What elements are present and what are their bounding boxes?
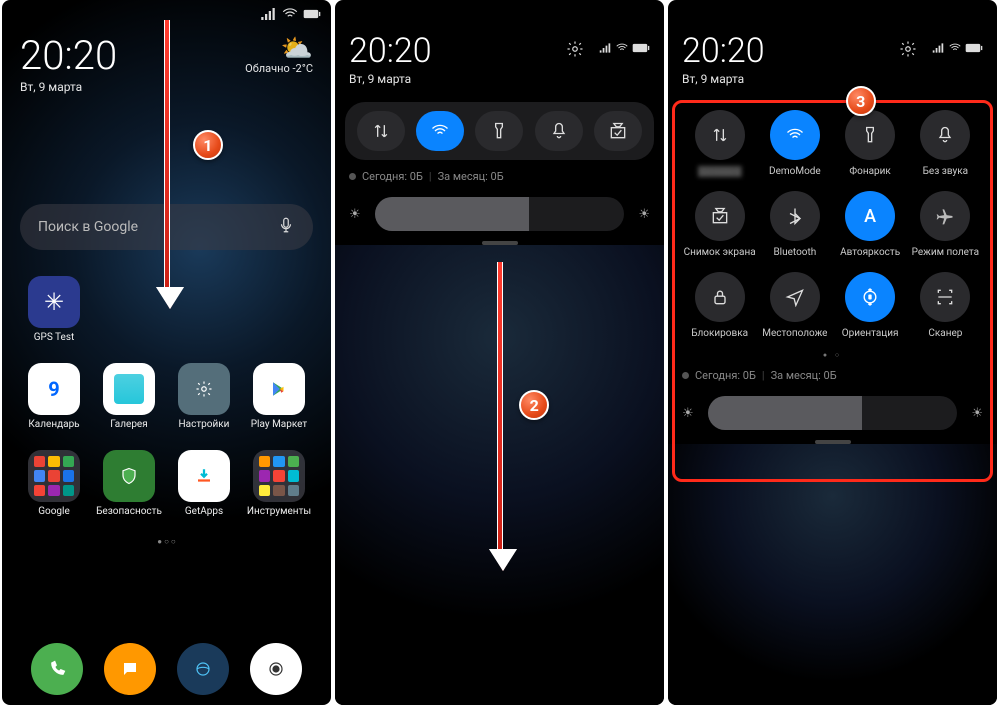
quick-settings-row [345,102,654,160]
shade-clock: 20:20 [349,34,432,68]
shade-clock: 20:20 [682,34,765,68]
app-calendar[interactable]: 9 Календарь [20,363,88,430]
dock-messages[interactable] [96,643,164,695]
cloud-icon: ⛅ [281,36,313,62]
shade-date: Вт, 9 марта [349,72,432,86]
app-gpstest[interactable]: ✳ GPS Test [20,276,88,343]
brightness-low-icon: ☀ [678,406,698,421]
brightness-high-icon: ☀ [967,406,987,421]
wifi-icon [281,5,299,23]
app-settings[interactable]: Настройки [170,363,238,430]
qs-bluetooth[interactable]: Bluetooth [757,191,832,258]
battery-icon [632,39,650,57]
folder-tools[interactable]: Инструменты [245,450,313,517]
qs-orientation[interactable]: Ориентация [833,272,908,339]
phone-screen-home: 20:20 Вт, 9 марта ⛅ Облачно -2°C Поиск в… [2,0,331,705]
home-clock: 20:20 [20,36,117,76]
status-bar [2,0,331,28]
quick-settings-grid: ▓▓▓▓▓▓ DemoMode Фонарик Без звука Снимок… [678,102,987,347]
dock [2,643,331,695]
step-badge-1: 1 [193,130,223,160]
brightness-high-icon: ☀ [634,207,654,222]
wifi-icon [948,39,962,57]
app-gallery[interactable]: Галерея [95,363,163,430]
data-usage[interactable]: Сегодня: 0Б | За месяц: 0Б [682,369,983,382]
home-date: Вт, 9 марта [20,80,117,94]
qs-page-indicator: ● ○ [668,351,997,359]
weather-widget[interactable]: ⛅ Облачно -2°C [245,36,313,75]
signal-icon [931,39,945,57]
usage-month: За месяц: 0Б [438,170,504,183]
usage-today: Сегодня: 0Б [695,369,756,382]
dock-camera[interactable] [242,643,310,695]
qs-mobile-data[interactable]: ▓▓▓▓▓▓ [682,110,757,177]
settings-icon[interactable] [566,34,584,62]
weather-temp: -2°C [293,62,314,75]
qs-flashlight[interactable] [475,111,523,151]
qs-airplane[interactable]: Режим полета [908,191,983,258]
app-play-market[interactable]: Play Маркет [245,363,313,430]
settings-icon[interactable] [899,34,917,62]
qs-screenshot[interactable] [594,111,642,151]
brightness-low-icon: ☀ [345,207,365,222]
app-security[interactable]: Безопасность [95,450,163,517]
search-placeholder: Поиск в Google [38,219,138,235]
phone-screen-shade-collapsed: 20:20 Вт, 9 марта Сегодня: 0Б | [335,0,664,705]
qs-silent[interactable] [535,111,583,151]
weather-desc: Облачно [245,62,290,75]
usage-month: За месяц: 0Б [771,369,837,382]
shade-date: Вт, 9 марта [682,72,765,86]
folder-google[interactable]: Google [20,450,88,517]
qs-wifi[interactable] [416,111,464,151]
qs-silent[interactable]: Без звука [908,110,983,177]
app-getapps[interactable]: GetApps [170,450,238,517]
qs-wifi[interactable]: DemoMode [757,110,832,177]
mic-icon[interactable] [277,216,295,238]
qs-location[interactable]: Местоположе [757,272,832,339]
qs-flashlight[interactable]: Фонарик [833,110,908,177]
qs-auto-brightness[interactable]: A Автояркость [833,191,908,258]
dock-browser[interactable] [169,643,237,695]
qs-screenshot[interactable]: Снимок экрана [682,191,757,258]
qs-lock[interactable]: Блокировка [682,272,757,339]
page-indicator: ● ○ ○ [14,537,319,546]
data-usage[interactable]: Сегодня: 0Б | За месяц: 0Б [349,170,650,183]
qs-scanner[interactable]: Сканер [908,272,983,339]
signal-icon [259,5,277,23]
status-bar [668,0,997,28]
battery-icon [965,39,983,57]
usage-today: Сегодня: 0Б [362,170,423,183]
signal-icon [598,39,612,57]
phone-screen-shade-expanded: 20:20 Вт, 9 марта ▓▓▓▓▓▓ DemoMode [668,0,997,705]
brightness-slider[interactable]: ☀ ☀ [678,396,987,430]
brightness-slider[interactable]: ☀ ☀ [345,197,654,231]
wifi-icon [615,39,629,57]
qs-mobile-data[interactable] [357,111,405,151]
status-bar [335,0,664,28]
battery-icon [303,5,321,23]
dock-phone[interactable] [23,643,91,695]
google-search-bar[interactable]: Поиск в Google [20,204,313,250]
